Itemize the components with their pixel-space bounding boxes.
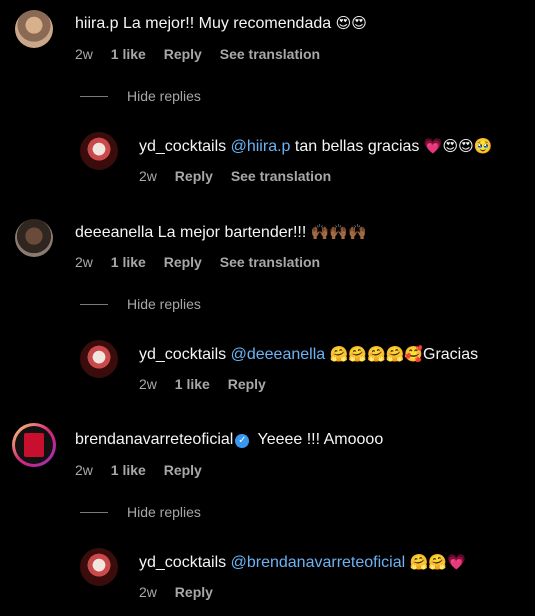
- reply-line: yd_cocktails @hiira.p tan bellas gracias…: [139, 137, 493, 156]
- username[interactable]: deeeanella: [75, 224, 153, 241]
- comment-text: Yeeee !!! Amoooo: [257, 431, 384, 448]
- username[interactable]: brendanavarreteoficial: [75, 431, 233, 448]
- username[interactable]: yd_cocktails: [139, 346, 226, 363]
- reply-button[interactable]: Reply: [228, 376, 266, 392]
- hide-replies-label: Hide replies: [127, 504, 201, 520]
- reply-button[interactable]: Reply: [175, 584, 213, 600]
- logo-icon: [24, 433, 44, 457]
- avatar[interactable]: [80, 548, 118, 586]
- reply-button[interactable]: Reply: [164, 462, 202, 478]
- reply-meta: 2w Reply: [139, 584, 227, 600]
- comment-meta: 2w 1 like Reply See translation: [75, 46, 334, 62]
- hide-replies-toggle[interactable]: Hide replies: [80, 504, 201, 520]
- reply-meta: 2w 1 like Reply: [139, 376, 280, 392]
- divider: [80, 511, 108, 513]
- avatar[interactable]: [80, 132, 118, 170]
- reply-emojis: 💗😍😍🥹: [423, 137, 493, 155]
- timestamp: 2w: [75, 254, 93, 270]
- comment-meta: 2w 1 like Reply See translation: [75, 254, 334, 270]
- avatar[interactable]: [12, 423, 56, 467]
- reply-emojis: 🤗🤗🤗🤗🥰: [329, 345, 423, 363]
- timestamp: 2w: [139, 376, 157, 392]
- reply-line: yd_cocktails @brendanavarreteoficial 🤗🤗💗: [139, 553, 466, 572]
- likes-count[interactable]: 1 like: [111, 46, 146, 62]
- verified-badge-icon: ✓: [235, 434, 250, 448]
- mention-link[interactable]: @hiira.p: [231, 138, 291, 155]
- reply-button[interactable]: Reply: [175, 168, 213, 184]
- see-translation-button[interactable]: See translation: [231, 168, 331, 184]
- timestamp: 2w: [139, 168, 157, 184]
- hide-replies-label: Hide replies: [127, 296, 201, 312]
- mention-link[interactable]: @deeeanella: [231, 346, 326, 363]
- username[interactable]: yd_cocktails: [139, 138, 226, 155]
- reply-line: yd_cocktails @deeeanella 🤗🤗🤗🤗🥰Gracias: [139, 345, 478, 364]
- comment-text: La mejor!! Muy recomendada: [123, 15, 332, 32]
- timestamp: 2w: [139, 584, 157, 600]
- avatar[interactable]: [80, 340, 118, 378]
- comment-emojis: 😍😍: [335, 14, 367, 32]
- reply-emojis: 🤗🤗💗: [409, 553, 466, 571]
- username[interactable]: yd_cocktails: [139, 554, 226, 571]
- hide-replies-label: Hide replies: [127, 88, 201, 104]
- reply-button[interactable]: Reply: [164, 46, 202, 62]
- divider: [80, 95, 108, 97]
- avatar[interactable]: [15, 10, 53, 48]
- avatar[interactable]: [15, 219, 53, 257]
- likes-count[interactable]: 1 like: [175, 376, 210, 392]
- username[interactable]: hiira.p: [75, 15, 119, 32]
- reply-button[interactable]: Reply: [164, 254, 202, 270]
- comment-line: deeeanella La mejor bartender!!! 🙌🏾🙌🏾🙌🏾: [75, 223, 367, 242]
- mention-link[interactable]: @brendanavarreteoficial: [231, 554, 406, 571]
- comment-meta: 2w 1 like Reply: [75, 462, 216, 478]
- reply-meta: 2w Reply See translation: [139, 168, 345, 184]
- see-translation-button[interactable]: See translation: [220, 254, 320, 270]
- reply-text: Gracias: [423, 346, 479, 363]
- divider: [80, 303, 108, 305]
- reply-text: tan bellas gracias: [294, 138, 420, 155]
- see-translation-button[interactable]: See translation: [220, 46, 320, 62]
- comment-text: La mejor bartender!!!: [157, 224, 307, 241]
- likes-count[interactable]: 1 like: [111, 462, 146, 478]
- likes-count[interactable]: 1 like: [111, 254, 146, 270]
- comment-line: brendanavarreteoficial ✓ Yeeee !!! Amoooo: [75, 431, 383, 449]
- comment-line: hiira.p La mejor!! Muy recomendada 😍😍: [75, 14, 367, 33]
- hide-replies-toggle[interactable]: Hide replies: [80, 296, 201, 312]
- comment-emojis: 🙌🏾🙌🏾🙌🏾: [310, 223, 367, 241]
- timestamp: 2w: [75, 46, 93, 62]
- timestamp: 2w: [75, 462, 93, 478]
- hide-replies-toggle[interactable]: Hide replies: [80, 88, 201, 104]
